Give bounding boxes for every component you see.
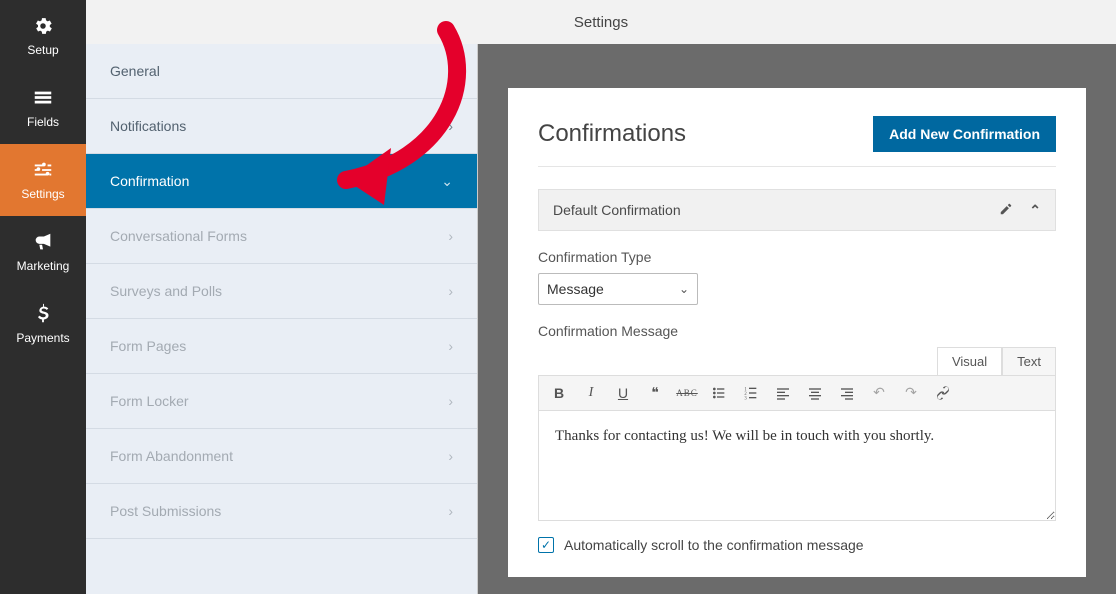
auto-scroll-checkbox-row[interactable]: ✓ Automatically scroll to the confirmati… xyxy=(538,537,1056,553)
bold-icon[interactable]: B xyxy=(545,379,573,407)
sidebar-item-label: Form Pages xyxy=(110,338,186,354)
rail-label: Setup xyxy=(27,43,58,57)
sidebar-item-label: Form Abandonment xyxy=(110,448,233,464)
sidebar-item-form-locker[interactable]: Form Locker › xyxy=(86,374,477,429)
confirmation-type-field: Confirmation Type Message ⌄ xyxy=(538,249,1056,305)
chevron-up-icon[interactable]: ⌃ xyxy=(1029,202,1041,219)
sidebar-item-confirmation[interactable]: Confirmation ⌄ xyxy=(86,154,477,209)
dollar-icon xyxy=(32,303,54,325)
sidebar-item-form-abandonment[interactable]: Form Abandonment › xyxy=(86,429,477,484)
tab-visual[interactable]: Visual xyxy=(937,347,1002,375)
chevron-down-icon: ⌄ xyxy=(679,282,689,296)
confirmations-panel: Confirmations Add New Confirmation Defau… xyxy=(508,88,1086,577)
chevron-right-icon: › xyxy=(448,338,453,354)
edit-icon[interactable] xyxy=(999,202,1013,219)
rail-label: Marketing xyxy=(17,259,70,273)
strikethrough-icon[interactable]: ABC xyxy=(673,379,701,407)
chevron-right-icon: › xyxy=(448,448,453,464)
sidebar-item-post-submissions[interactable]: Post Submissions › xyxy=(86,484,477,539)
chevron-right-icon: › xyxy=(448,283,453,299)
rail-label: Payments xyxy=(16,331,69,345)
page-title-bar: Settings xyxy=(86,0,1116,44)
sidebar-item-form-pages[interactable]: Form Pages › xyxy=(86,319,477,374)
rail-item-marketing[interactable]: Marketing xyxy=(0,216,86,288)
sliders-icon xyxy=(32,159,54,181)
auto-scroll-checkbox[interactable]: ✓ xyxy=(538,537,554,553)
confirmation-type-value: Message xyxy=(547,281,604,297)
sidebar-item-notifications[interactable]: Notifications › xyxy=(86,99,477,154)
chevron-right-icon: › xyxy=(448,63,453,79)
chevron-down-icon: ⌄ xyxy=(441,173,453,190)
add-new-confirmation-button[interactable]: Add New Confirmation xyxy=(873,116,1056,152)
settings-sidebar: General › Notifications › Confirmation ⌄… xyxy=(86,0,478,594)
settings-menu: General › Notifications › Confirmation ⌄… xyxy=(86,0,477,539)
confirmation-card-title: Default Confirmation xyxy=(553,202,681,218)
italic-icon[interactable]: I xyxy=(577,379,605,407)
sidebar-item-label: Confirmation xyxy=(110,173,189,189)
undo-icon[interactable]: ↶ xyxy=(865,379,893,407)
rail-label: Settings xyxy=(21,187,64,201)
main-content: Confirmations Add New Confirmation Defau… xyxy=(478,0,1116,594)
align-center-icon[interactable] xyxy=(801,379,829,407)
confirmation-message-label: Confirmation Message xyxy=(538,323,1056,339)
chevron-right-icon: › xyxy=(448,228,453,244)
sidebar-item-general[interactable]: General › xyxy=(86,44,477,99)
sidebar-item-label: Conversational Forms xyxy=(110,228,247,244)
numbered-list-icon[interactable]: 123 xyxy=(737,379,765,407)
sidebar-item-label: General xyxy=(110,63,160,79)
page-title: Settings xyxy=(574,14,628,31)
align-left-icon[interactable] xyxy=(769,379,797,407)
sidebar-item-label: Form Locker xyxy=(110,393,189,409)
sidebar-item-label: Surveys and Polls xyxy=(110,283,222,299)
gear-icon xyxy=(32,15,54,37)
sidebar-item-label: Post Submissions xyxy=(110,503,221,519)
rail-label: Fields xyxy=(27,115,59,129)
sidebar-item-conversational-forms[interactable]: Conversational Forms › xyxy=(86,209,477,264)
blockquote-icon[interactable]: ❝ xyxy=(641,379,669,407)
chevron-right-icon: › xyxy=(448,503,453,519)
message-textarea[interactable]: Thanks for contacting us! We will be in … xyxy=(538,411,1056,521)
sidebar-item-label: Notifications xyxy=(110,118,186,134)
chevron-right-icon: › xyxy=(448,118,453,134)
link-icon[interactable] xyxy=(929,379,957,407)
panel-header: Confirmations Add New Confirmation xyxy=(538,116,1056,167)
list-icon xyxy=(32,87,54,109)
bullet-list-icon[interactable] xyxy=(705,379,733,407)
left-rail: Setup Fields Settings Marketing Payments xyxy=(0,0,86,594)
sidebar-item-surveys-polls[interactable]: Surveys and Polls › xyxy=(86,264,477,319)
chevron-right-icon: › xyxy=(448,393,453,409)
editor-toolbar: B I U ❝ ABC 123 ↶ ↷ xyxy=(538,375,1056,411)
redo-icon[interactable]: ↷ xyxy=(897,379,925,407)
confirmation-card-header[interactable]: Default Confirmation ⌃ xyxy=(538,189,1056,231)
bullhorn-icon xyxy=(32,231,54,253)
panel-title: Confirmations xyxy=(538,120,686,148)
tab-text[interactable]: Text xyxy=(1002,347,1056,375)
underline-icon[interactable]: U xyxy=(609,379,637,407)
rail-item-settings[interactable]: Settings xyxy=(0,144,86,216)
rail-item-payments[interactable]: Payments xyxy=(0,288,86,360)
message-editor: Visual Text B I U ❝ ABC 123 ↶ ↷ xyxy=(538,347,1056,521)
rail-item-setup[interactable]: Setup xyxy=(0,0,86,72)
align-right-icon[interactable] xyxy=(833,379,861,407)
confirmation-type-label: Confirmation Type xyxy=(538,249,1056,265)
rail-item-fields[interactable]: Fields xyxy=(0,72,86,144)
svg-text:3: 3 xyxy=(744,397,747,401)
auto-scroll-label: Automatically scroll to the confirmation… xyxy=(564,537,864,553)
editor-tabs: Visual Text xyxy=(538,347,1056,375)
confirmation-type-select[interactable]: Message ⌄ xyxy=(538,273,698,305)
card-header-actions: ⌃ xyxy=(999,202,1041,219)
